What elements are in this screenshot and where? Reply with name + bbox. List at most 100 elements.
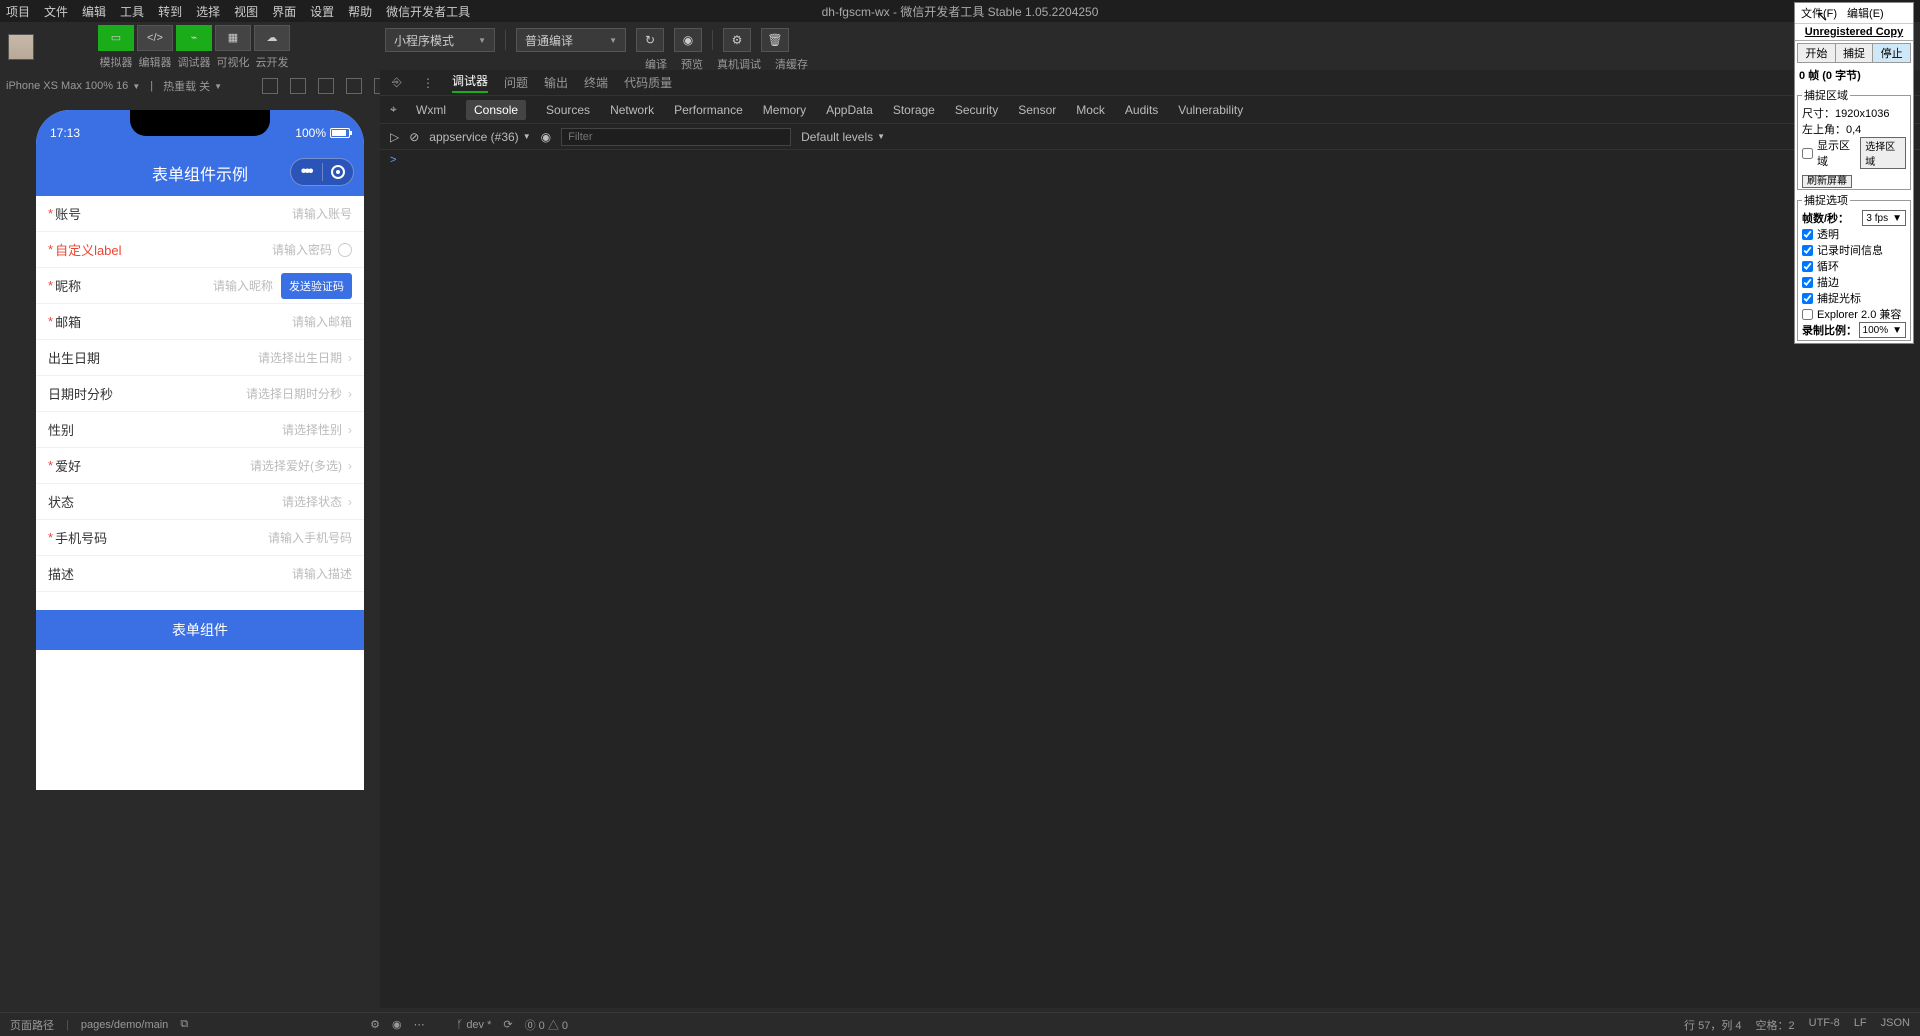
capture-option[interactable]: 捕捉光标 bbox=[1802, 290, 1906, 306]
menu-item[interactable]: 帮助 bbox=[348, 3, 372, 20]
hot-reload-toggle[interactable]: 热重载 关▼ bbox=[163, 78, 222, 94]
page-path-label[interactable]: 页面路径 bbox=[10, 1017, 54, 1033]
eol[interactable]: LF bbox=[1854, 1017, 1867, 1033]
branch-indicator[interactable]: ᚶ dev * bbox=[457, 1019, 492, 1031]
context-select[interactable]: appservice (#36) ▼ bbox=[429, 130, 530, 144]
form-row[interactable]: *爱好请选择爱好(多选)› bbox=[36, 448, 364, 484]
tab-sources[interactable]: Sources bbox=[546, 103, 590, 117]
form-row[interactable]: *昵称请输入昵称发送验证码 bbox=[36, 268, 364, 304]
editor-toggle[interactable]: </> bbox=[137, 25, 173, 51]
show-region-check[interactable]: 显示区域 选择区域 bbox=[1802, 137, 1906, 169]
capsule-more-icon[interactable]: ••• bbox=[291, 163, 323, 181]
form-row[interactable]: *手机号码请输入手机号码 bbox=[36, 520, 364, 556]
capture-tool-window[interactable]: 文件(F) 编辑(E) Unregistered Copy 开始 捕捉 停止 0… bbox=[1794, 2, 1914, 344]
capture-option[interactable]: 记录时间信息 bbox=[1802, 242, 1906, 258]
menu-item[interactable]: 选择 bbox=[196, 3, 220, 20]
fps-select[interactable]: 3 fps ▼ bbox=[1862, 210, 1906, 226]
tab-security[interactable]: Security bbox=[955, 103, 998, 117]
form-row[interactable]: *账号请输入账号 bbox=[36, 196, 364, 232]
menu-item[interactable]: 工具 bbox=[120, 3, 144, 20]
more-icon[interactable]: ⋯ bbox=[414, 1018, 425, 1031]
lang-mode[interactable]: JSON bbox=[1881, 1017, 1910, 1033]
clear-cache-button[interactable]: 🗑 bbox=[761, 28, 789, 52]
mode-dropdown[interactable]: 小程序模式▼ bbox=[385, 28, 495, 52]
capsule-close-icon[interactable] bbox=[323, 165, 354, 179]
form-row[interactable]: 描述请输入描述 bbox=[36, 556, 364, 592]
screenshot-icon[interactable] bbox=[290, 78, 306, 94]
tab-network[interactable]: Network bbox=[610, 103, 654, 117]
form-row[interactable]: 日期时分秒请选择日期时分秒› bbox=[36, 376, 364, 412]
problems-badge[interactable]: ⓪ 0 △ 0 bbox=[525, 1017, 568, 1033]
capture-stop-button[interactable]: 停止 bbox=[1873, 44, 1910, 62]
simulator-toggle[interactable]: ▭ bbox=[98, 25, 134, 51]
select-region-button[interactable]: 选择区域 bbox=[1860, 137, 1906, 169]
play-icon[interactable]: ▷ bbox=[390, 130, 399, 144]
levels-select[interactable]: Default levels ▼ bbox=[801, 130, 885, 144]
menu-item[interactable]: 编辑 bbox=[82, 3, 106, 20]
capture-option[interactable]: Explorer 2.0 兼容 bbox=[1802, 306, 1906, 322]
tab-problems[interactable]: 问题 bbox=[504, 74, 528, 91]
eye-icon[interactable]: ◉ bbox=[541, 130, 551, 144]
device-select[interactable]: iPhone XS Max 100% 16▼ bbox=[6, 80, 140, 92]
form-row[interactable]: 状态请选择状态› bbox=[36, 484, 364, 520]
mute-icon[interactable] bbox=[262, 78, 278, 94]
submit-button[interactable]: 表单组件 bbox=[36, 610, 364, 650]
capture-option[interactable]: 描边 bbox=[1802, 274, 1906, 290]
visual-toggle[interactable]: ▦ bbox=[215, 25, 251, 51]
tab-mock[interactable]: Mock bbox=[1076, 103, 1105, 117]
inspect-icon[interactable]: ⌖ bbox=[390, 102, 397, 117]
form-row[interactable]: 出生日期请选择出生日期› bbox=[36, 340, 364, 376]
preview-button[interactable]: ◉ bbox=[674, 28, 702, 52]
tab-audits[interactable]: Audits bbox=[1125, 103, 1158, 117]
menu-item[interactable]: 设置 bbox=[310, 3, 334, 20]
capture-option[interactable]: 循环 bbox=[1802, 258, 1906, 274]
cut-icon[interactable] bbox=[346, 78, 362, 94]
tab-codequality[interactable]: 代码质量 bbox=[624, 74, 672, 91]
form-row[interactable]: *自定义label请输入密码 bbox=[36, 232, 364, 268]
tab-storage[interactable]: Storage bbox=[893, 103, 935, 117]
perf-icon[interactable]: ⚙ bbox=[370, 1018, 380, 1031]
console-body[interactable]: > bbox=[380, 150, 1920, 1008]
page-path[interactable]: pages/demo/main bbox=[81, 1019, 168, 1031]
menu-item[interactable]: 项目 bbox=[6, 3, 30, 20]
menu-item[interactable]: 文件 bbox=[44, 3, 68, 20]
capsule-menu[interactable]: ••• bbox=[290, 158, 354, 186]
tab-terminal[interactable]: 终端 bbox=[584, 74, 608, 91]
remote-debug-button[interactable]: ⚙ bbox=[723, 28, 751, 52]
clear-icon[interactable]: ⊘ bbox=[409, 130, 419, 144]
tab-sensor[interactable]: Sensor bbox=[1018, 103, 1056, 117]
eye-icon[interactable]: ◉ bbox=[392, 1018, 402, 1031]
cursor-pos[interactable]: 行 57，列 4 bbox=[1684, 1017, 1741, 1033]
cloud-toggle[interactable]: ☁ bbox=[254, 25, 290, 51]
sync-icon[interactable]: ⟳ bbox=[503, 1018, 512, 1031]
refresh-screen-button[interactable]: 刷新屏幕 bbox=[1802, 175, 1852, 188]
compile-button[interactable]: ↻ bbox=[636, 28, 664, 52]
encoding[interactable]: UTF-8 bbox=[1809, 1017, 1840, 1033]
tab-console[interactable]: Console bbox=[466, 100, 526, 120]
menu-item[interactable]: 微信开发者工具 bbox=[386, 3, 470, 20]
tab-appdata[interactable]: AppData bbox=[826, 103, 873, 117]
capture-start-button[interactable]: 开始 bbox=[1798, 44, 1836, 62]
tab-output[interactable]: 输出 bbox=[544, 74, 568, 91]
tab-vulnerability[interactable]: Vulnerability bbox=[1178, 103, 1243, 117]
send-code-button[interactable]: 发送验证码 bbox=[281, 273, 352, 299]
location-icon[interactable] bbox=[338, 243, 352, 257]
tab-performance[interactable]: Performance bbox=[674, 103, 743, 117]
filter-input[interactable] bbox=[561, 128, 791, 146]
copy-icon[interactable]: ⧉ bbox=[180, 1018, 188, 1031]
tab-wxml[interactable]: Wxml bbox=[416, 103, 446, 117]
form-row[interactable]: 性别请选择性别› bbox=[36, 412, 364, 448]
compile-dropdown[interactable]: 普通编译▼ bbox=[516, 28, 626, 52]
indent[interactable]: 空格：2 bbox=[1756, 1017, 1795, 1033]
menu-item[interactable]: 界面 bbox=[272, 3, 296, 20]
capture-menu-edit[interactable]: 编辑(E) bbox=[1847, 5, 1884, 21]
form-row[interactable]: *邮箱请输入邮箱 bbox=[36, 304, 364, 340]
rotate-icon[interactable] bbox=[318, 78, 334, 94]
menu-item[interactable]: 转到 bbox=[158, 3, 182, 20]
tab-debugger[interactable]: 调试器 bbox=[452, 72, 488, 93]
menu-item[interactable]: 视图 bbox=[234, 3, 258, 20]
user-avatar[interactable] bbox=[8, 34, 34, 60]
tab-memory[interactable]: Memory bbox=[763, 103, 806, 117]
capture-capture-button[interactable]: 捕捉 bbox=[1836, 44, 1874, 62]
debugger-toggle[interactable]: ⌁ bbox=[176, 25, 212, 51]
